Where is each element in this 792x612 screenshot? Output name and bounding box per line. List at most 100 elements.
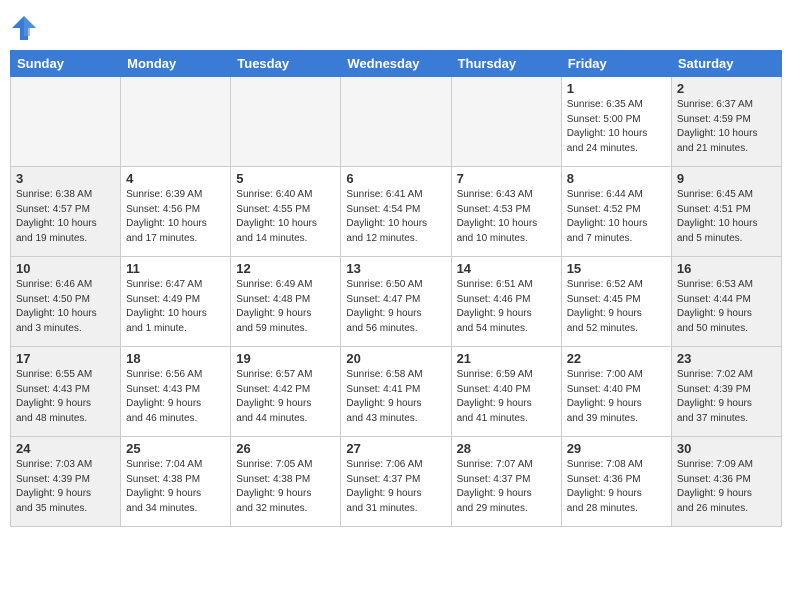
table-row: 19Sunrise: 6:57 AM Sunset: 4:42 PM Dayli… xyxy=(231,347,341,437)
day-number: 4 xyxy=(126,171,225,186)
day-number: 8 xyxy=(567,171,666,186)
day-number: 26 xyxy=(236,441,335,456)
table-row: 29 Sunrise: 7:08 AM Sunset: 4:36 PM Dayli… xyxy=(561,437,671,527)
table-row: 10 Sunrise: 6:46 AM Sunset: 4:50 PM Dayli… xyxy=(11,257,121,347)
day-number: 19 xyxy=(236,351,335,366)
cell-info: Sunrise: 6:40 AM Sunset: 4:55 PM Dayligh… xyxy=(236,188,335,246)
cell-info: Sunrise: 6:44 AM Sunset: 4:52 PM Dayligh… xyxy=(567,188,666,246)
cell-info: Sunrise: 6:50 AM Sunset: 4:47 PM Dayligh… xyxy=(346,278,445,336)
day-number: 27 xyxy=(346,441,445,456)
cell-info: Sunrise: 6:41 AM Sunset: 4:54 PM Dayligh… xyxy=(346,188,445,246)
table-row: 16Sunrise: 6:53 AM Sunset: 4:44 PM Dayli… xyxy=(671,257,781,347)
table-row: 28Sunrise: 7:07 AM Sunset: 4:37 PM Dayli… xyxy=(451,437,561,527)
cell-info: Sunrise: 7:02 AM Sunset: 4:39 PM Dayligh… xyxy=(677,368,776,426)
day-header-monday: Monday xyxy=(121,51,231,77)
day-number: 12 xyxy=(236,261,335,276)
day-number: 5 xyxy=(236,171,335,186)
calendar-body: 1 Sunrise: 6:35 AM Sunset: 5:00 PM Daylig… xyxy=(11,77,782,527)
cell-info: Sunrise: 6:38 AM Sunset: 4:57 PM Dayligh… xyxy=(16,188,115,246)
day-number: 7 xyxy=(457,171,556,186)
cell-info: Sunrise: 6:51 AM Sunset: 4:46 PM Dayligh… xyxy=(457,278,556,336)
cell-info: Sunrise: 6:47 AM Sunset: 4:49 PM Dayligh… xyxy=(126,278,225,336)
day-number: 18 xyxy=(126,351,225,366)
day-number: 10 xyxy=(16,261,115,276)
cell-info: Sunrise: 7:03 AM Sunset: 4:39 PM Dayligh… xyxy=(16,458,115,516)
table-row: 13 Sunrise: 6:50 AM Sunset: 4:47 PM Dayli… xyxy=(341,257,451,347)
table-row: 11 Sunrise: 6:47 AM Sunset: 4:49 PM Dayli… xyxy=(121,257,231,347)
cell-info: Sunrise: 7:08 AM Sunset: 4:36 PM Dayligh… xyxy=(567,458,666,516)
day-number: 30 xyxy=(677,441,776,456)
cell-info: Sunrise: 6:56 AM Sunset: 4:43 PM Dayligh… xyxy=(126,368,225,426)
day-header-thursday: Thursday xyxy=(451,51,561,77)
cell-info: Sunrise: 7:04 AM Sunset: 4:38 PM Dayligh… xyxy=(126,458,225,516)
day-header-sunday: Sunday xyxy=(11,51,121,77)
logo-icon xyxy=(10,14,38,42)
cell-info: Sunrise: 6:58 AM Sunset: 4:41 PM Dayligh… xyxy=(346,368,445,426)
table-row: 27Sunrise: 7:06 AM Sunset: 4:37 PM Dayli… xyxy=(341,437,451,527)
calendar-table: SundayMondayTuesdayWednesdayThursdayFrid… xyxy=(10,50,782,527)
table-row xyxy=(231,77,341,167)
day-number: 14 xyxy=(457,261,556,276)
table-row: 15Sunrise: 6:52 AM Sunset: 4:45 PM Dayli… xyxy=(561,257,671,347)
cell-info: Sunrise: 7:09 AM Sunset: 4:36 PM Dayligh… xyxy=(677,458,776,516)
table-row: 22 Sunrise: 7:00 AM Sunset: 4:40 PM Dayli… xyxy=(561,347,671,437)
day-header-saturday: Saturday xyxy=(671,51,781,77)
table-row: 25Sunrise: 7:04 AM Sunset: 4:38 PM Dayli… xyxy=(121,437,231,527)
day-number: 11 xyxy=(126,261,225,276)
cell-info: Sunrise: 7:00 AM Sunset: 4:40 PM Dayligh… xyxy=(567,368,666,426)
day-number: 24 xyxy=(16,441,115,456)
table-row: 17 Sunrise: 6:55 AM Sunset: 4:43 PM Dayli… xyxy=(11,347,121,437)
day-number: 23 xyxy=(677,351,776,366)
day-number: 21 xyxy=(457,351,556,366)
table-row: 5 Sunrise: 6:40 AM Sunset: 4:55 PM Daylig… xyxy=(231,167,341,257)
cell-info: Sunrise: 6:39 AM Sunset: 4:56 PM Dayligh… xyxy=(126,188,225,246)
cell-info: Sunrise: 6:45 AM Sunset: 4:51 PM Dayligh… xyxy=(677,188,776,246)
calendar-week-3: 17 Sunrise: 6:55 AM Sunset: 4:43 PM Dayli… xyxy=(11,347,782,437)
table-row: 18 Sunrise: 6:56 AM Sunset: 4:43 PM Dayli… xyxy=(121,347,231,437)
table-row: 1 Sunrise: 6:35 AM Sunset: 5:00 PM Daylig… xyxy=(561,77,671,167)
day-number: 13 xyxy=(346,261,445,276)
day-number: 9 xyxy=(677,171,776,186)
cell-info: Sunrise: 6:43 AM Sunset: 4:53 PM Dayligh… xyxy=(457,188,556,246)
table-row: 23 Sunrise: 7:02 AM Sunset: 4:39 PM Dayli… xyxy=(671,347,781,437)
table-row: 7 Sunrise: 6:43 AM Sunset: 4:53 PM Daylig… xyxy=(451,167,561,257)
table-row xyxy=(121,77,231,167)
cell-info: Sunrise: 6:46 AM Sunset: 4:50 PM Dayligh… xyxy=(16,278,115,336)
calendar-week-2: 10 Sunrise: 6:46 AM Sunset: 4:50 PM Dayli… xyxy=(11,257,782,347)
cell-info: Sunrise: 6:37 AM Sunset: 4:59 PM Dayligh… xyxy=(677,98,776,156)
day-number: 6 xyxy=(346,171,445,186)
table-row: 6 Sunrise: 6:41 AM Sunset: 4:54 PM Daylig… xyxy=(341,167,451,257)
table-row xyxy=(11,77,121,167)
table-row: 24 Sunrise: 7:03 AM Sunset: 4:39 PM Dayli… xyxy=(11,437,121,527)
day-number: 22 xyxy=(567,351,666,366)
cell-info: Sunrise: 6:55 AM Sunset: 4:43 PM Dayligh… xyxy=(16,368,115,426)
day-number: 29 xyxy=(567,441,666,456)
table-row: 21 Sunrise: 6:59 AM Sunset: 4:40 PM Dayli… xyxy=(451,347,561,437)
day-header-friday: Friday xyxy=(561,51,671,77)
day-number: 1 xyxy=(567,81,666,96)
table-row: 14 Sunrise: 6:51 AM Sunset: 4:46 PM Dayli… xyxy=(451,257,561,347)
cell-info: Sunrise: 6:52 AM Sunset: 4:45 PM Dayligh… xyxy=(567,278,666,336)
table-row: 2Sunrise: 6:37 AM Sunset: 4:59 PM Daylig… xyxy=(671,77,781,167)
day-number: 20 xyxy=(346,351,445,366)
cell-info: Sunrise: 6:59 AM Sunset: 4:40 PM Dayligh… xyxy=(457,368,556,426)
table-row: 26Sunrise: 7:05 AM Sunset: 4:38 PM Dayli… xyxy=(231,437,341,527)
table-row: 8 Sunrise: 6:44 AM Sunset: 4:52 PM Daylig… xyxy=(561,167,671,257)
calendar-week-1: 3 Sunrise: 6:38 AM Sunset: 4:57 PM Daylig… xyxy=(11,167,782,257)
day-number: 17 xyxy=(16,351,115,366)
table-row: 20 Sunrise: 6:58 AM Sunset: 4:41 PM Dayli… xyxy=(341,347,451,437)
day-number: 28 xyxy=(457,441,556,456)
table-row: 9 Sunrise: 6:45 AM Sunset: 4:51 PM Daylig… xyxy=(671,167,781,257)
day-number: 3 xyxy=(16,171,115,186)
cell-info: Sunrise: 6:49 AM Sunset: 4:48 PM Dayligh… xyxy=(236,278,335,336)
table-row xyxy=(451,77,561,167)
cell-info: Sunrise: 6:35 AM Sunset: 5:00 PM Dayligh… xyxy=(567,98,666,156)
cell-info: Sunrise: 6:53 AM Sunset: 4:44 PM Dayligh… xyxy=(677,278,776,336)
table-row: 30 Sunrise: 7:09 AM Sunset: 4:36 PM Dayli… xyxy=(671,437,781,527)
page-header xyxy=(10,10,782,42)
day-header-tuesday: Tuesday xyxy=(231,51,341,77)
table-row: 4 Sunrise: 6:39 AM Sunset: 4:56 PM Daylig… xyxy=(121,167,231,257)
calendar-week-4: 24 Sunrise: 7:03 AM Sunset: 4:39 PM Dayli… xyxy=(11,437,782,527)
table-row xyxy=(341,77,451,167)
table-row: 12 Sunrise: 6:49 AM Sunset: 4:48 PM Dayli… xyxy=(231,257,341,347)
